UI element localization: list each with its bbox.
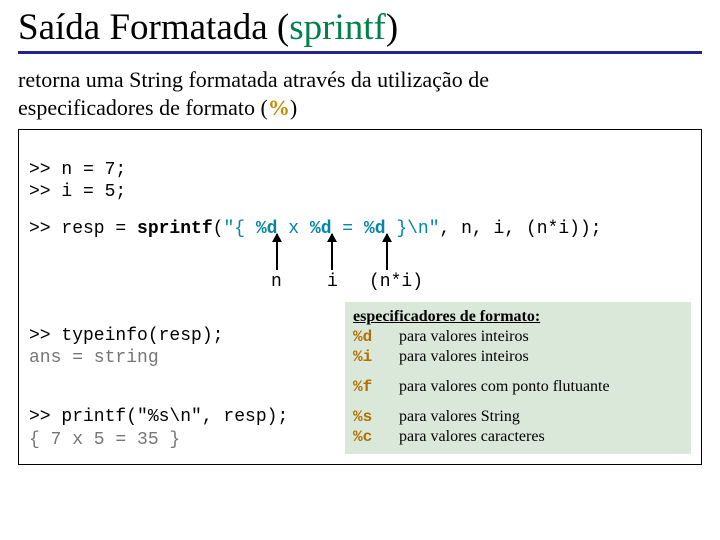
- lower-row: >> typeinfo(resp); ans = string >> print…: [29, 302, 691, 454]
- left-column: >> typeinfo(resp); ans = string >> print…: [29, 302, 329, 451]
- arrow-ni: [386, 234, 388, 270]
- spec-desc-d: para valores inteiros: [399, 328, 683, 346]
- spec-row-i: %i para valores inteiros: [353, 348, 683, 366]
- arrow-n: [276, 234, 278, 270]
- spec-row-f: %f para valores com ponto flutuante: [353, 378, 683, 396]
- spec-row-c: %c para valores caracteres: [353, 428, 683, 446]
- code-printf-block: >> printf("%s\n", resp); { 7 x 5 = 35 }: [29, 384, 329, 452]
- intro-line-2a: especificadores de formato (: [18, 95, 268, 120]
- code-assign-i: >> i = 5;: [29, 182, 126, 202]
- code-output: { 7 x 5 = 35 }: [29, 430, 180, 450]
- arrow-i: [331, 234, 333, 270]
- spec-heading: especificadores de formato:: [353, 308, 683, 326]
- title-rule: [18, 51, 702, 54]
- percent-symbol: %: [268, 95, 290, 120]
- code-typeinfo: >> typeinfo(resp);: [29, 326, 223, 346]
- intro-line-1: retorna uma String formatada através da …: [18, 67, 489, 92]
- code-box: >> n = 7; >> i = 5; >> resp = sprintf("{…: [18, 129, 702, 465]
- title-accent: sprintf: [289, 7, 386, 48]
- spec-desc-f: para valores com ponto flutuante: [399, 378, 683, 396]
- arrow-label-n: n: [271, 272, 282, 292]
- title-close: ): [386, 7, 398, 48]
- spec-code-i: %i: [353, 348, 389, 366]
- intro-line-2b: ): [290, 95, 297, 120]
- arrow-label-i: i: [327, 272, 338, 292]
- spec-row-d: %d para valores inteiros: [353, 328, 683, 346]
- spec-code-d: %d: [353, 328, 389, 346]
- code-typeinfo-block: >> typeinfo(resp); ans = string: [29, 302, 329, 370]
- spec-desc-c: para valores caracteres: [399, 428, 683, 446]
- arrow-label-ni: (n*i): [369, 272, 423, 292]
- slide-title: Saída Formatada (sprintf): [18, 6, 702, 49]
- spec-code-c: %c: [353, 428, 389, 446]
- arrow-row: n i (n*i): [29, 234, 691, 294]
- format-spec-box: especificadores de formato: %d para valo…: [345, 302, 691, 454]
- code-printf: >> printf("%s\n", resp);: [29, 407, 288, 427]
- code-ans: ans = string: [29, 348, 159, 368]
- code-assign-block: >> n = 7; >> i = 5;: [29, 136, 691, 204]
- spec-code-s: %s: [353, 408, 389, 426]
- spec-row-s: %s para valores String: [353, 408, 683, 426]
- title-main: Saída Formatada (: [18, 7, 289, 48]
- slide: Saída Formatada (sprintf) retorna uma St…: [0, 0, 720, 475]
- spec-desc-s: para valores String: [399, 408, 683, 426]
- spec-code-f: %f: [353, 378, 389, 396]
- spec-desc-i: para valores inteiros: [399, 348, 683, 366]
- intro-text: retorna uma String formatada através da …: [18, 66, 702, 121]
- code-assign-n: >> n = 7;: [29, 160, 126, 180]
